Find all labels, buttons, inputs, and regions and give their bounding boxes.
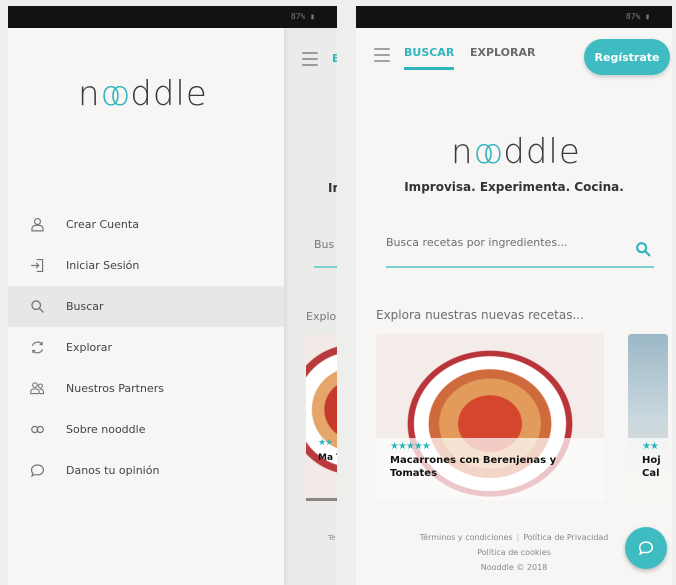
navigation-drawer: n oo ddle Crear Cuenta Iniciar Sesión Busc… (8, 28, 284, 585)
drawer-item-sobre-nooddle[interactable]: Sobre nooddle (8, 409, 284, 450)
logo-oo: oo (100, 74, 131, 114)
register-button[interactable]: Regístrate (584, 39, 670, 75)
privacy-link[interactable]: Política de Privacidad (523, 533, 608, 542)
recipe-title-partial: Ma To (318, 453, 337, 463)
drawer-item-label: Crear Cuenta (66, 218, 139, 231)
search-partial: Bus (314, 238, 335, 251)
status-bar: 87% ▮ (356, 6, 672, 28)
explore-icon (26, 337, 48, 359)
menu-icon[interactable] (374, 48, 390, 62)
drawer-item-label: Buscar (66, 300, 104, 313)
rating-stars: ★★★★★ (390, 441, 431, 452)
logo-part: ddle (130, 74, 208, 114)
terms-link[interactable]: Términos y condiciones (420, 533, 513, 542)
section-title-partial: Explo (306, 310, 337, 323)
drawer-item-label: Sobre nooddle (66, 423, 146, 436)
partners-icon (26, 378, 48, 400)
search-input[interactable] (386, 236, 616, 249)
drawer-item-buscar[interactable]: Buscar (8, 286, 284, 327)
search-bar (386, 232, 654, 268)
drawer-item-nuestros-partners[interactable]: Nuestros Partners (8, 368, 284, 409)
tagline-partial: Ir (328, 181, 337, 195)
recipe-title: Hoj Cal (642, 455, 661, 479)
search-icon[interactable] (634, 240, 652, 258)
copyright: Nooddle © 2018 (480, 563, 548, 572)
rating-stars: ★★ (318, 438, 333, 448)
phone-drawer-screen: 87% ▮ B Ir Bus Explo ★★ Ma To Té nooddle… (8, 6, 337, 585)
recipe-card[interactable]: ★★★★★ Macarrones con Berenjenas y Tomate… (376, 334, 604, 500)
logo-part: n (78, 74, 101, 114)
tab-buscar[interactable]: BUSCAR (404, 46, 455, 70)
rating-stars: ★★ (642, 441, 659, 452)
drawer-item-iniciar-sesion[interactable]: Iniciar Sesión (8, 245, 284, 286)
cookies-link[interactable]: Política de cookies (477, 548, 551, 557)
drawer-item-label: Nuestros Partners (66, 382, 164, 395)
login-icon (26, 255, 48, 277)
recipe-card[interactable]: ★★ Hoj Cal (628, 334, 668, 500)
drawer-item-explorar[interactable]: Explorar (8, 327, 284, 368)
search-underline (314, 266, 337, 268)
nooddle-logo: n oo ddle (78, 74, 208, 114)
search-icon (26, 296, 48, 318)
drawer-item-label: Explorar (66, 341, 113, 354)
top-app-bar: BUSCAR EXPLORAR Regístrate (356, 28, 672, 80)
carousel-indicator (306, 498, 337, 501)
infinity-icon (26, 419, 48, 441)
recipe-image (306, 334, 337, 502)
tagline: Improvisa. Experimenta. Cocina. (404, 180, 624, 194)
footer-partial: Té (328, 534, 336, 542)
menu-icon (302, 52, 318, 70)
tab-buscar-partial: B (332, 52, 337, 65)
chat-icon (638, 541, 654, 556)
phone-home-screen: 87% ▮ BUSCAR EXPLORAR Regístrate n oo ddle… (356, 6, 672, 585)
logo-part: ddle (503, 132, 581, 172)
dimmed-background-page[interactable]: B Ir Bus Explo ★★ Ma To Té (284, 28, 337, 585)
user-icon (26, 214, 48, 236)
logo-part: n (451, 132, 474, 172)
drawer-menu: Crear Cuenta Iniciar Sesión Buscar Explo… (8, 204, 284, 491)
drawer-item-label: Danos tu opinión (66, 464, 160, 477)
feedback-chat-button[interactable] (625, 527, 667, 569)
drawer-item-crear-cuenta[interactable]: Crear Cuenta (8, 204, 284, 245)
drawer-item-label: Iniciar Sesión (66, 259, 140, 272)
recipe-title: Macarrones con Berenjenas y Tomates (390, 455, 557, 479)
section-title: Explora nuestras nuevas recetas... (376, 308, 584, 322)
drawer-item-danos-tu-opinion[interactable]: Danos tu opinión (8, 450, 284, 491)
recipe-card-partial: ★★ Ma To (306, 334, 337, 502)
footer-separator: | (516, 533, 520, 542)
status-bar: 87% ▮ (8, 6, 337, 28)
nooddle-logo: n oo ddle (451, 132, 581, 172)
tab-explorar[interactable]: EXPLORAR (470, 46, 535, 59)
chat-icon (26, 460, 48, 482)
logo-oo: oo (473, 132, 504, 172)
